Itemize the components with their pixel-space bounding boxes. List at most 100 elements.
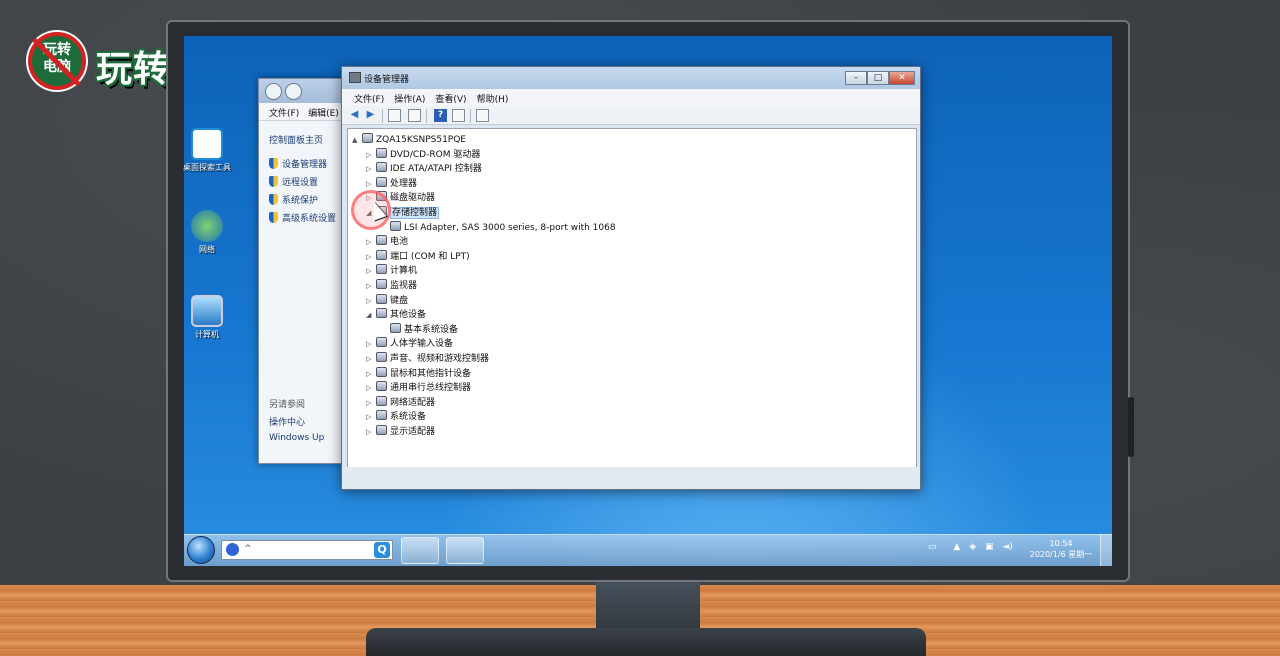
scan-hardware-icon[interactable] <box>476 109 489 122</box>
expand-arrow-icon[interactable]: ▷ <box>366 425 376 439</box>
forward-arrow-icon[interactable]: ▶ <box>364 109 377 122</box>
search-icon[interactable]: Q <box>374 542 390 558</box>
action-center-link[interactable]: 操作中心 <box>269 415 305 428</box>
tree-category-node[interactable]: ▷ 人体学输入设备 <box>366 337 453 351</box>
control-panel-home-link[interactable]: 控制面板主页 <box>269 133 323 146</box>
expand-arrow-icon[interactable]: ▷ <box>366 367 376 381</box>
device-manager-window: 设备管理器 – □ ✕ 文件(F) 操作(A) 查看(V) 帮助(H) ◀ ▶ … <box>341 66 921 490</box>
forward-nav-icon[interactable] <box>285 83 302 100</box>
tree-category-node[interactable]: ▷ DVD/CD-ROM 驱动器 <box>366 147 480 162</box>
desktop-icon-network[interactable]: 网络 <box>182 210 232 255</box>
show-desktop-button[interactable] <box>1100 534 1112 566</box>
status-bar <box>342 467 920 489</box>
device-manager-titlebar: 设备管理器 – □ ✕ <box>342 67 920 89</box>
keyboard-icon[interactable]: ▭ <box>928 542 937 552</box>
tree-category-node[interactable]: ▷ 系统设备 <box>366 410 426 424</box>
device-category-icon <box>376 337 387 348</box>
expand-arrow-icon[interactable]: ▷ <box>366 337 376 351</box>
device-category-icon <box>376 264 387 275</box>
device-view-icon[interactable] <box>452 109 465 122</box>
desktop-icon-computer[interactable]: 计算机 <box>182 295 232 340</box>
window-title: 设备管理器 <box>364 75 410 85</box>
tree-node-label: 监视器 <box>390 281 418 291</box>
tree-category-node[interactable]: ▷ 鼠标和其他指针设备 <box>366 366 471 381</box>
desktop-icon-search-tool[interactable]: 桌面探索工具 <box>182 128 232 173</box>
volume-icon[interactable]: ◄) <box>1002 542 1012 552</box>
expand-arrow-icon[interactable]: ▷ <box>366 279 376 293</box>
expand-arrow-icon[interactable]: ◢ <box>366 308 376 322</box>
expand-arrow-icon[interactable]: ▷ <box>366 381 376 395</box>
taskbar-app-control-panel[interactable] <box>401 537 439 564</box>
back-nav-icon[interactable] <box>265 83 282 100</box>
computer-icon <box>191 295 223 327</box>
tree-device-node[interactable]: 基本系统设备 <box>380 322 458 337</box>
menu-help[interactable]: 帮助(H) <box>477 92 509 106</box>
windows-update-link[interactable]: Windows Up <box>269 433 324 443</box>
tree-root-node[interactable]: ▲ ZQA15KSNPS51PQE <box>352 133 466 147</box>
tree-node-label: 处理器 <box>390 178 418 189</box>
window-controls: – □ ✕ <box>845 71 915 85</box>
taskbar-search-input[interactable]: ^ <box>221 540 393 560</box>
expand-arrow-icon[interactable]: ▷ <box>366 410 376 424</box>
remote-settings-link[interactable]: 远程设置 <box>269 175 318 188</box>
start-button[interactable] <box>187 536 215 564</box>
menu-edit[interactable]: 编辑(E) <box>308 109 339 119</box>
tree-category-node[interactable]: ▷ 网络适配器 <box>366 395 435 410</box>
system-protection-link[interactable]: 系统保护 <box>269 193 318 206</box>
expand-tray-icon[interactable]: ▲ <box>953 542 960 552</box>
shield-icon <box>269 194 278 205</box>
device-category-icon <box>376 293 387 304</box>
expand-arrow-icon[interactable]: ▲ <box>352 133 362 147</box>
device-category-icon <box>376 235 387 246</box>
expand-arrow-icon[interactable]: ▷ <box>366 177 376 191</box>
device-manager-menu: 文件(F) 操作(A) 查看(V) 帮助(H) <box>342 89 920 106</box>
tree-node-label: 显示适配器 <box>390 427 436 437</box>
tree-category-node[interactable]: ▷ 显示适配器 <box>366 425 435 439</box>
expand-arrow-icon[interactable]: ▷ <box>366 250 376 264</box>
expand-arrow-icon[interactable]: ▷ <box>366 235 376 249</box>
console-tree-icon[interactable] <box>408 109 421 122</box>
back-arrow-icon[interactable]: ◀ <box>348 109 361 122</box>
tree-category-node[interactable]: ▷ 声音、视频和游戏控制器 <box>366 352 489 366</box>
maximize-icon[interactable]: □ <box>867 71 889 85</box>
device-category-icon <box>390 322 401 333</box>
tree-category-node[interactable]: ▷ 端口 (COM 和 LPT) <box>366 249 470 264</box>
tree-node-label: 电池 <box>390 237 409 248</box>
tree-category-node[interactable]: ▷ 电池 <box>366 235 408 249</box>
taskbar-clock[interactable]: 10:54 2020/1/6 星期一 <box>1024 538 1098 560</box>
expand-arrow-icon[interactable]: ▷ <box>366 352 376 366</box>
magnifier-app-icon <box>191 128 223 160</box>
device-category-icon <box>376 366 387 377</box>
menu-action[interactable]: 操作(A) <box>394 92 425 106</box>
properties-icon[interactable] <box>388 109 401 122</box>
tree-node-label: 其他设备 <box>390 310 427 321</box>
tree-category-node[interactable]: ▷ IDE ATA/ATAPI 控制器 <box>366 162 482 176</box>
expand-arrow-icon[interactable]: ▷ <box>366 162 376 176</box>
taskbar-app-toolbox[interactable] <box>446 537 484 564</box>
device-category-icon <box>376 425 387 435</box>
close-icon[interactable]: ✕ <box>889 71 915 85</box>
menu-view[interactable]: 查看(V) <box>435 92 466 106</box>
expand-arrow-icon[interactable]: ▷ <box>366 264 376 278</box>
globe-network-icon <box>191 210 223 242</box>
advanced-settings-link[interactable]: 高级系统设置 <box>269 211 336 224</box>
system-tray: ▭ ▲ ◈ ▣ ◄) <box>928 542 1013 552</box>
security-shield-icon[interactable]: ◈ <box>969 542 976 552</box>
menu-file[interactable]: 文件(F) <box>269 109 299 119</box>
tree-category-node[interactable]: ▷ 通用串行总线控制器 <box>366 381 471 395</box>
expand-arrow-icon[interactable]: ▷ <box>366 396 376 410</box>
tree-device-node[interactable]: LSI Adapter, SAS 3000 series, 8-port wit… <box>380 220 616 235</box>
tree-category-node[interactable]: ◢ 其他设备 <box>366 308 426 322</box>
tree-category-node[interactable]: ▷ 键盘 <box>366 293 408 308</box>
minimize-icon[interactable]: – <box>845 71 867 85</box>
tree-category-node[interactable]: ▷ 计算机 <box>366 264 417 278</box>
help-icon[interactable]: ? <box>434 109 447 122</box>
expand-arrow-icon[interactable]: ▷ <box>366 294 376 308</box>
expand-arrow-icon[interactable]: ▷ <box>366 148 376 162</box>
tree-category-node[interactable]: ▷ 监视器 <box>366 279 417 293</box>
tree-category-node[interactable]: ▷ 处理器 <box>366 176 418 191</box>
menu-file[interactable]: 文件(F) <box>354 92 384 106</box>
network-icon[interactable]: ▣ <box>985 542 994 552</box>
device-manager-link[interactable]: 设备管理器 <box>269 157 327 170</box>
shield-icon <box>269 212 278 223</box>
